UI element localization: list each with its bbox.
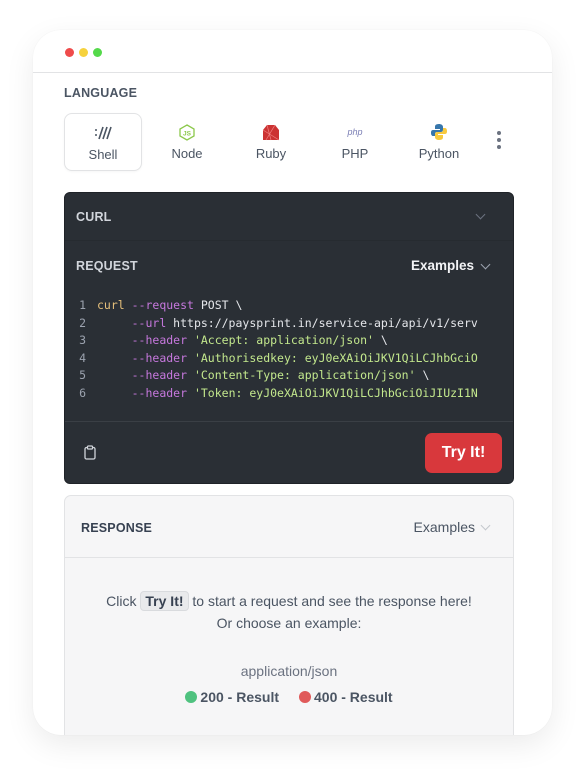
code-token: curl <box>97 298 125 312</box>
line-number: 2 <box>79 315 86 330</box>
minimize-window-button[interactable] <box>79 48 88 57</box>
code-token: 'Token: eyJ0eXAiOiJKV1QiLCJhbGciOiJIUzI1… <box>193 385 478 400</box>
line-number: 1 <box>79 298 86 312</box>
code-line: 5 --header 'Content-Type: application/js… <box>65 367 513 385</box>
try-it-kbd: Try It! <box>140 591 189 611</box>
request-header: REQUEST Examples <box>65 241 513 291</box>
code-token: 'Authorisedkey: eyJ0eXAiOiJKV1QiLCJhbGci… <box>193 350 478 365</box>
try-it-button[interactable]: Try It! <box>425 433 502 473</box>
example-200-result[interactable]: 200 - Result <box>185 689 279 705</box>
code-panel-footer: Try It! <box>65 421 513 483</box>
code-token: --header <box>131 385 188 400</box>
code-token: \ <box>415 368 430 383</box>
line-number: 5 <box>79 368 86 383</box>
maximize-window-button[interactable] <box>93 48 102 57</box>
tab-shell[interactable]: Shell <box>64 113 142 171</box>
response-panel: RESPONSE Examples Click Try It! to start… <box>64 495 514 735</box>
code-token: POST \ <box>193 298 243 312</box>
example-results: 200 - Result 400 - Result <box>65 689 513 705</box>
language-label: LANGUAGE <box>64 86 138 100</box>
app-window: LANGUAGE Shell JS Node Ruby php PHP Pyth… <box>33 30 552 735</box>
tab-label: Node <box>171 146 203 161</box>
code-token: --header <box>131 333 188 348</box>
tab-label: Python <box>418 146 460 161</box>
code-panel: CURL REQUEST Examples 1 curl --request PO… <box>64 192 514 484</box>
response-prompt-line2: Or choose an example: <box>216 615 362 631</box>
status-dot-green <box>185 691 198 703</box>
language-tabs: Shell JS Node Ruby php PHP Python <box>64 113 524 171</box>
response-header: RESPONSE Examples <box>65 496 513 558</box>
code-block: 1 curl --request POST \ 2 --url https://pa… <box>65 297 513 403</box>
line-number: 6 <box>79 385 86 400</box>
line-number: 3 <box>79 333 86 348</box>
chevron-down-icon[interactable] <box>480 520 491 531</box>
code-token: 'Content-Type: application/json' <box>193 368 416 383</box>
svg-text:JS: JS <box>183 130 192 137</box>
response-examples-dropdown[interactable]: Examples <box>414 519 475 535</box>
line-number: 4 <box>79 350 86 365</box>
code-token: --header <box>131 368 188 383</box>
example-400-result[interactable]: 400 - Result <box>299 689 393 705</box>
chevron-down-icon[interactable] <box>480 259 491 270</box>
shell-icon <box>65 124 141 142</box>
code-token: 'Accept: application/json' <box>193 333 374 348</box>
window-titlebar <box>33 30 552 73</box>
code-line: 4 --header 'Authorisedkey: eyJ0eXAiOiJKV… <box>65 350 513 368</box>
tab-ruby[interactable]: Ruby <box>232 113 310 171</box>
code-token: \ <box>373 333 388 348</box>
request-examples-dropdown[interactable]: Examples <box>411 258 474 273</box>
response-prompt: Click Try It! to start a request and see… <box>106 591 472 611</box>
response-title: RESPONSE <box>81 521 153 535</box>
code-line: 1 curl --request POST \ <box>65 297 513 315</box>
python-icon <box>400 123 478 141</box>
code-token: --header <box>131 350 188 365</box>
response-body: Click Try It! to start a request and see… <box>65 558 513 705</box>
code-token: --request <box>131 298 194 312</box>
php-icon: php <box>347 127 363 137</box>
code-panel-header[interactable]: CURL <box>65 193 513 241</box>
clipboard-icon[interactable] <box>84 445 96 465</box>
code-line: 6 --header 'Token: eyJ0eXAiOiJKV1QiLCJhb… <box>65 385 513 403</box>
tab-label: Ruby <box>255 146 287 161</box>
code-line: 2 --url https://paysprint.in/service-api… <box>65 315 513 333</box>
code-token: https://paysprint.in/service-api/api/v1/… <box>166 315 478 330</box>
tab-label: Shell <box>88 147 118 162</box>
mime-type: application/json <box>240 663 338 679</box>
code-line: 3 --header 'Accept: application/json' \ <box>65 332 513 350</box>
tab-node[interactable]: JS Node <box>148 113 226 171</box>
close-window-button[interactable] <box>65 48 74 57</box>
request-label: REQUEST <box>76 259 138 273</box>
more-vertical-icon[interactable] <box>494 131 504 155</box>
nodejs-icon: JS <box>148 123 226 141</box>
ruby-icon <box>232 123 310 141</box>
tab-python[interactable]: Python <box>400 113 478 171</box>
tab-php[interactable]: php PHP <box>316 113 394 171</box>
status-dot-red <box>299 691 311 703</box>
code-token: --url <box>131 315 167 330</box>
tab-label: PHP <box>341 146 369 161</box>
chevron-down-icon[interactable] <box>475 209 486 220</box>
code-panel-title: CURL <box>76 210 112 224</box>
